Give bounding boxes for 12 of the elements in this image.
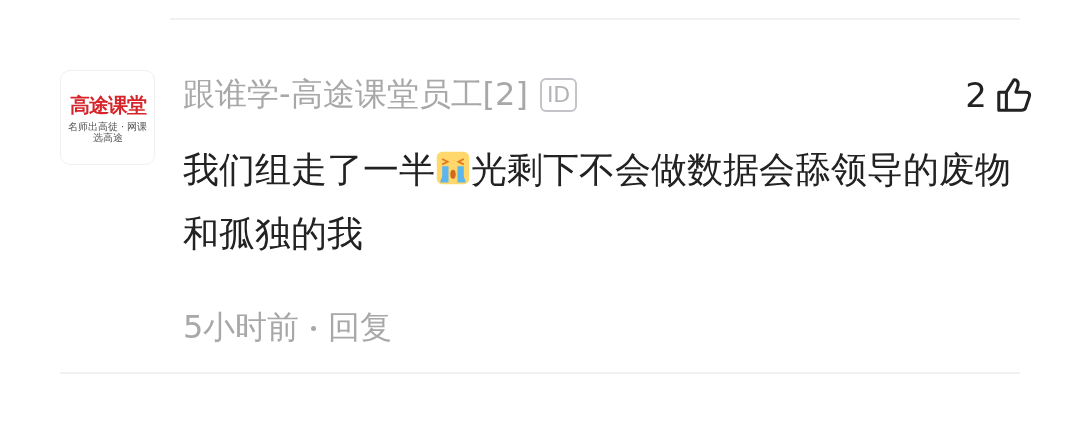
reply-link[interactable]: 回复 — [328, 306, 393, 350]
id-badge: ID — [539, 78, 578, 112]
avatar-logo[interactable]: 高途课堂 名师出高徒 · 网课选高途 — [60, 70, 155, 165]
logo-text: 高途课堂 — [69, 92, 146, 119]
crying-face-icon — [435, 150, 471, 186]
separator-dot — [311, 325, 317, 331]
like-count: 2 — [965, 75, 987, 115]
comment-text: 我们组走了一半 光剩下不会做数据会舔领导的废物和孤独的我 — [183, 148, 1012, 256]
logo-slogan: 名师出高徒 · 网课选高途 — [67, 121, 148, 143]
author-name[interactable]: 跟谁学-高途课堂员工[2] — [183, 73, 528, 117]
thumbs-up-icon[interactable] — [995, 76, 1033, 114]
timestamp: 5小时前 — [183, 307, 300, 348]
